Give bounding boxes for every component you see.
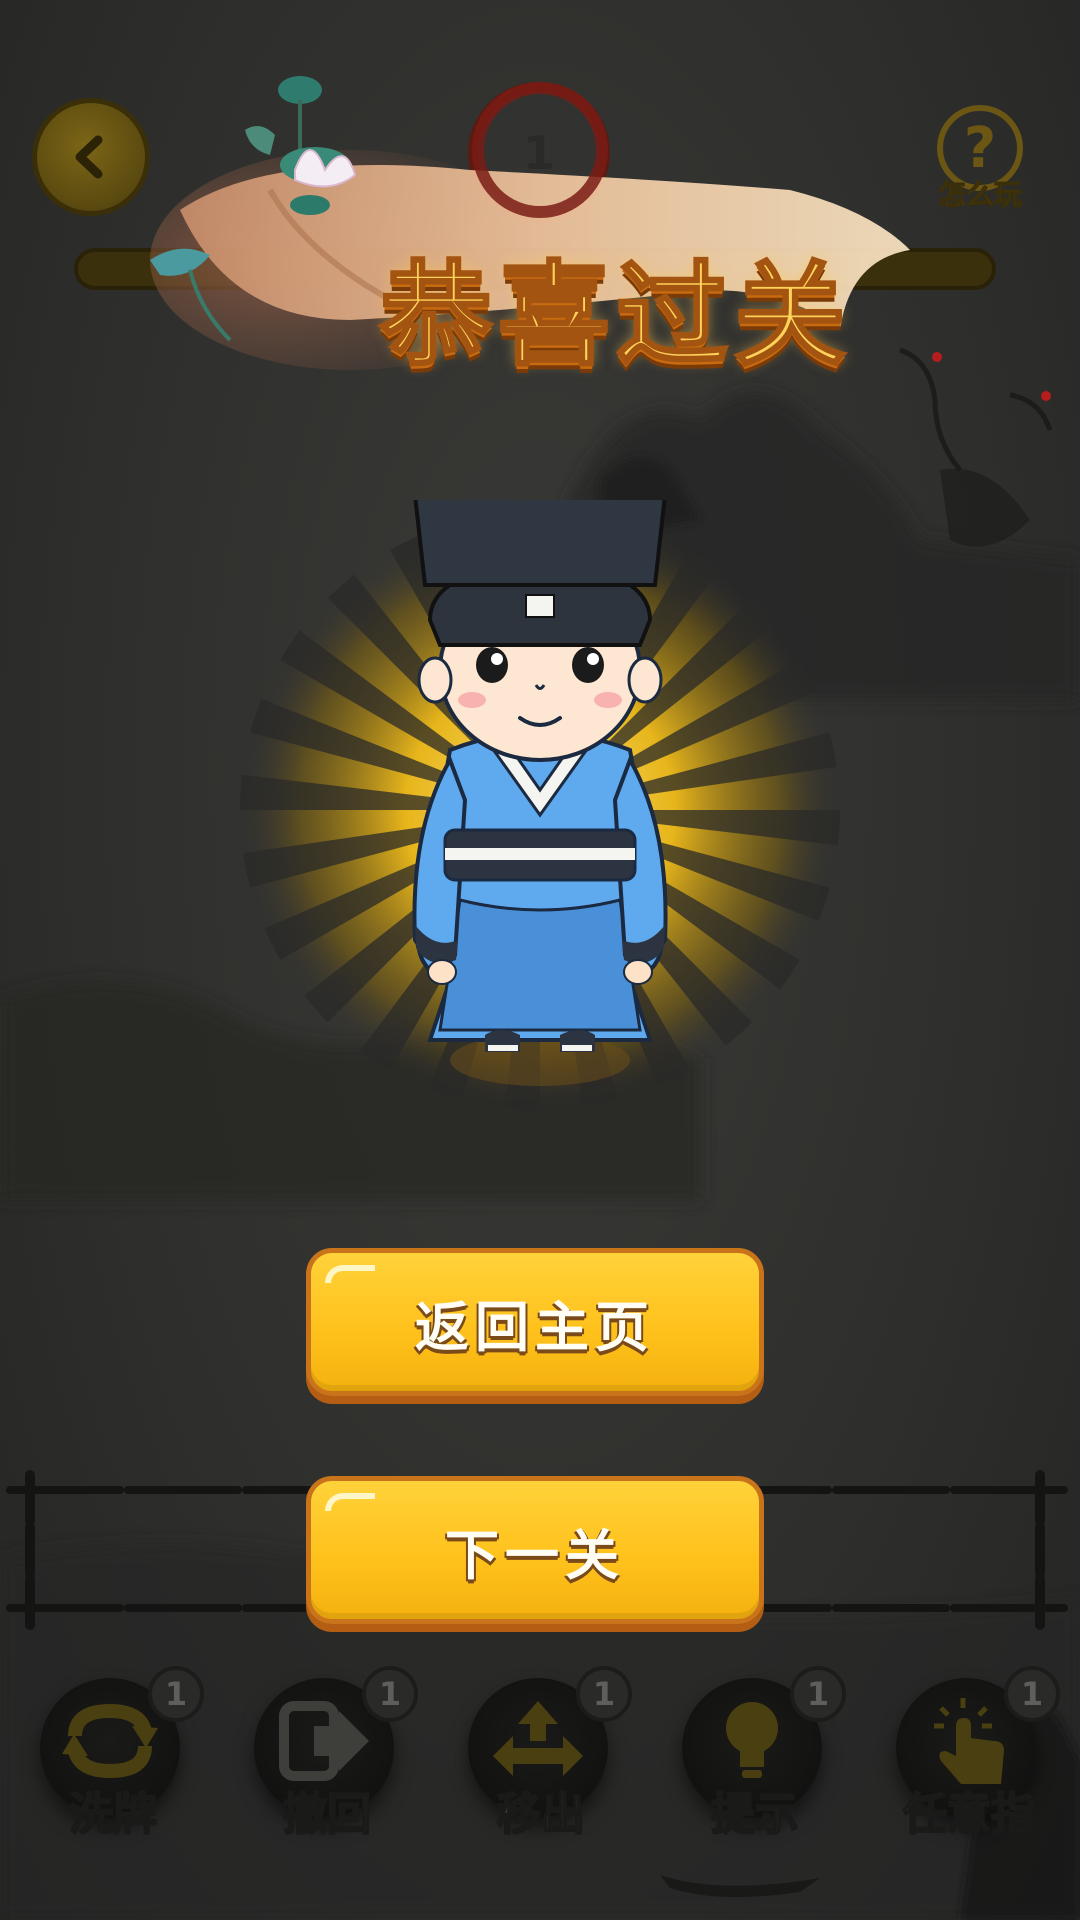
powerup-toolbar: 洗牌 1 撤回 1 移出 1 提示 1 任意指 1 xyxy=(0,1666,1080,1850)
next-level-button[interactable]: 下一关 xyxy=(306,1476,764,1624)
tool-hint[interactable]: 提示 1 xyxy=(670,1666,846,1850)
game-screen: 1 ? 怎么玩 恭喜过关 返回主页 下一关 洗牌 1 撤回 1 移出 1 提示 … xyxy=(0,0,1080,1920)
tool-label: 撤回 xyxy=(282,1788,372,1841)
chevron-left-icon xyxy=(75,135,103,179)
level-complete-title: 恭喜过关 xyxy=(379,249,852,383)
return-home-button[interactable]: 返回主页 xyxy=(306,1248,764,1396)
tool-shuffle[interactable]: 洗牌 1 xyxy=(28,1666,204,1850)
tool-count-badge: 1 xyxy=(362,1666,418,1722)
tool-label: 移出 xyxy=(496,1788,586,1841)
back-button[interactable] xyxy=(32,98,150,216)
undo-icon xyxy=(279,1701,369,1781)
tool-label: 洗牌 xyxy=(68,1788,158,1841)
help-label: 怎么玩 xyxy=(937,178,1022,212)
hero-character xyxy=(240,500,840,1110)
tool-undo[interactable]: 撤回 1 xyxy=(242,1666,418,1850)
move-out-icon xyxy=(493,1701,583,1776)
tool-any-finger[interactable]: 任意指 1 xyxy=(884,1666,1060,1850)
pointer-hand-icon xyxy=(934,1698,1004,1784)
tool-label: 任意指 xyxy=(902,1788,1036,1841)
return-home-label: 返回主页 xyxy=(415,1294,655,1359)
tool-move-out[interactable]: 移出 1 xyxy=(456,1666,632,1850)
lightbulb-icon xyxy=(726,1702,778,1778)
tool-count-badge: 1 xyxy=(576,1666,632,1722)
tool-count-badge: 1 xyxy=(790,1666,846,1722)
tool-count-badge: 1 xyxy=(1004,1666,1060,1722)
level-complete-banner: 恭喜过关 xyxy=(150,60,930,383)
help-button[interactable]: ? 怎么玩 xyxy=(930,104,1030,214)
shuffle-icon xyxy=(62,1703,158,1779)
next-level-label: 下一关 xyxy=(445,1522,625,1587)
tool-count-badge: 1 xyxy=(148,1666,204,1722)
tool-label: 提示 xyxy=(710,1788,800,1841)
